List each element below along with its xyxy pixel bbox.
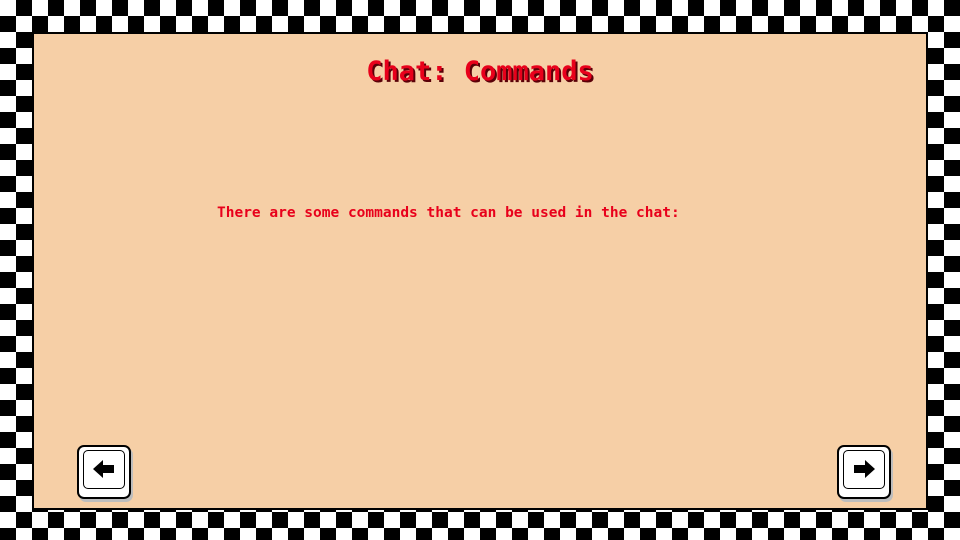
previous-page-button[interactable] xyxy=(77,445,131,499)
arrow-right-icon xyxy=(854,460,875,478)
description-text: There are some commands that can be used… xyxy=(217,205,680,221)
arrow-left-icon xyxy=(93,460,114,478)
tutorial-panel: Chat: Commands There are some commands t… xyxy=(32,32,928,510)
next-page-button[interactable] xyxy=(837,445,891,499)
page-title: Chat: Commands xyxy=(366,56,594,87)
